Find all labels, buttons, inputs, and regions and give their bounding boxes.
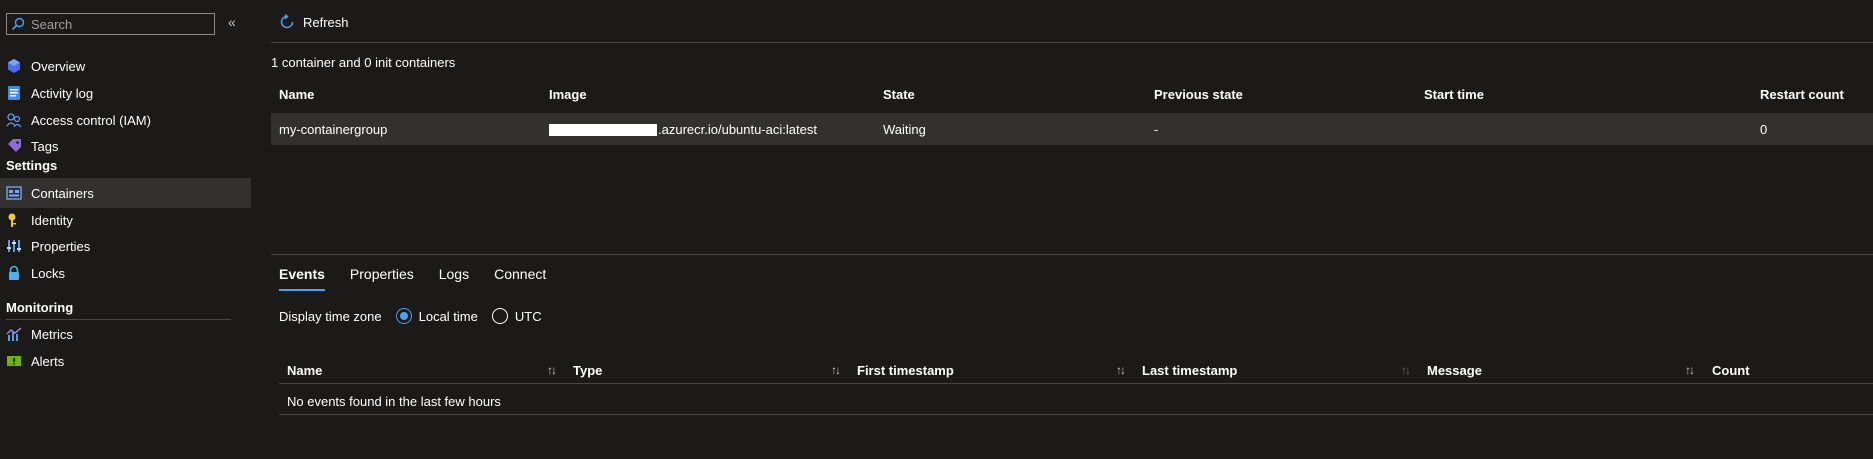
container-image: .azurecr.io/ubuntu-aci:latest [549,122,817,137]
radio-label-utc[interactable]: UTC [515,309,542,324]
tab-properties[interactable]: Properties [350,266,414,291]
tab-events[interactable]: Events [279,266,325,291]
containers-table-header: Name Image State Previous state Start ti… [271,78,1873,110]
timezone-label: Display time zone [279,308,382,324]
sidebar-item-tags[interactable]: Tags [0,131,251,161]
table-row[interactable]: my-containergroup .azurecr.io/ubuntu-aci… [271,113,1873,145]
divider [279,414,1873,415]
alerts-icon [6,353,22,369]
tab-connect[interactable]: Connect [494,266,546,291]
sidebar: Search « Overview Activity log Access co… [0,0,251,459]
container-restart-count: 0 [1760,121,1768,137]
sidebar-item-label: Metrics [31,326,73,342]
sidebar-item-locks[interactable]: Locks [0,258,251,288]
tag-icon [6,138,22,154]
events-empty-state: No events found in the last few hours [279,386,1873,416]
refresh-label: Refresh [303,14,349,30]
sidebar-item-label: Alerts [31,353,65,369]
column-header[interactable]: Name [279,87,314,102]
empty-message: No events found in the last few hours [287,394,501,409]
sidebar-item-overview[interactable]: Overview [0,51,251,81]
column-header[interactable]: Count [1712,363,1750,378]
sidebar-item-label: Activity log [31,85,94,101]
lock-icon [6,265,22,281]
tab-logs[interactable]: Logs [439,266,469,291]
sort-icon[interactable]: ↑↓ [1685,363,1695,377]
search-placeholder: Search [31,16,73,32]
column-header[interactable]: Message [1427,363,1482,378]
detail-tabs: Events Properties Logs Connect [279,266,571,291]
search-icon [11,17,25,31]
sidebar-item-label: Overview [31,58,86,74]
radio-label-local-time[interactable]: Local time [419,309,478,324]
refresh-button[interactable]: Refresh [279,13,349,30]
metrics-icon [6,326,22,342]
sort-icon[interactable]: ↑↓ [547,363,557,377]
sidebar-item-alerts[interactable]: Alerts [0,346,251,376]
column-header[interactable]: Last timestamp [1142,363,1237,378]
sidebar-item-label: Identity [31,212,73,228]
sort-icon[interactable]: ↑↓ [1116,363,1126,377]
iam-icon [6,112,22,128]
column-header[interactable]: Start time [1424,87,1484,102]
main-content: Refresh 1 container and 0 init container… [271,0,1873,459]
redacted-registry [549,124,657,137]
sidebar-item-label: Tags [31,138,59,154]
column-header[interactable]: Restart count [1760,87,1844,102]
containers-icon [6,185,22,201]
sidebar-item-label: Locks [31,265,65,281]
radio-utc[interactable] [491,308,508,324]
radio-local-time[interactable] [395,308,412,324]
search-input[interactable]: Search [6,13,215,35]
sidebar-item-containers[interactable]: Containers [0,178,251,208]
divider [271,254,1873,255]
events-table-header: Name ↑↓ Type ↑↓ First timestamp ↑↓ Last … [279,355,1873,385]
divider [279,383,1873,384]
activity-log-icon [6,85,22,101]
column-header[interactable]: Name [287,363,322,378]
container-state: Waiting [883,121,926,137]
divider [271,42,1873,43]
identity-icon [6,212,22,228]
column-header[interactable]: Image [549,87,587,102]
collapse-sidebar-button[interactable]: « [228,14,236,30]
image-suffix: .azurecr.io/ubuntu-aci:latest [658,121,817,137]
column-header[interactable]: First timestamp [857,363,954,378]
settings-header: Settings [6,158,58,173]
sidebar-item-label: Access control (IAM) [31,112,151,128]
monitoring-header: Monitoring [6,300,74,315]
sort-icon[interactable]: ↑↓ [1401,363,1411,377]
column-header[interactable]: Previous state [1154,87,1243,102]
container-name: my-containergroup [279,121,388,137]
sidebar-item-properties[interactable]: Properties [0,231,251,261]
overview-icon [6,58,22,74]
timezone-selector: Display time zone Local time UTC [279,308,542,324]
properties-icon [6,238,22,254]
container-summary: 1 container and 0 init containers [271,55,456,70]
sidebar-item-activity-log[interactable]: Activity log [0,78,251,108]
sidebar-item-label: Containers [31,185,94,201]
column-header[interactable]: State [883,87,915,102]
sort-icon[interactable]: ↑↓ [831,363,841,377]
container-previous-state: - [1154,121,1159,137]
sidebar-item-label: Properties [31,238,91,254]
sidebar-item-metrics[interactable]: Metrics [0,319,251,349]
column-header[interactable]: Type [573,363,602,378]
refresh-icon [279,13,295,30]
